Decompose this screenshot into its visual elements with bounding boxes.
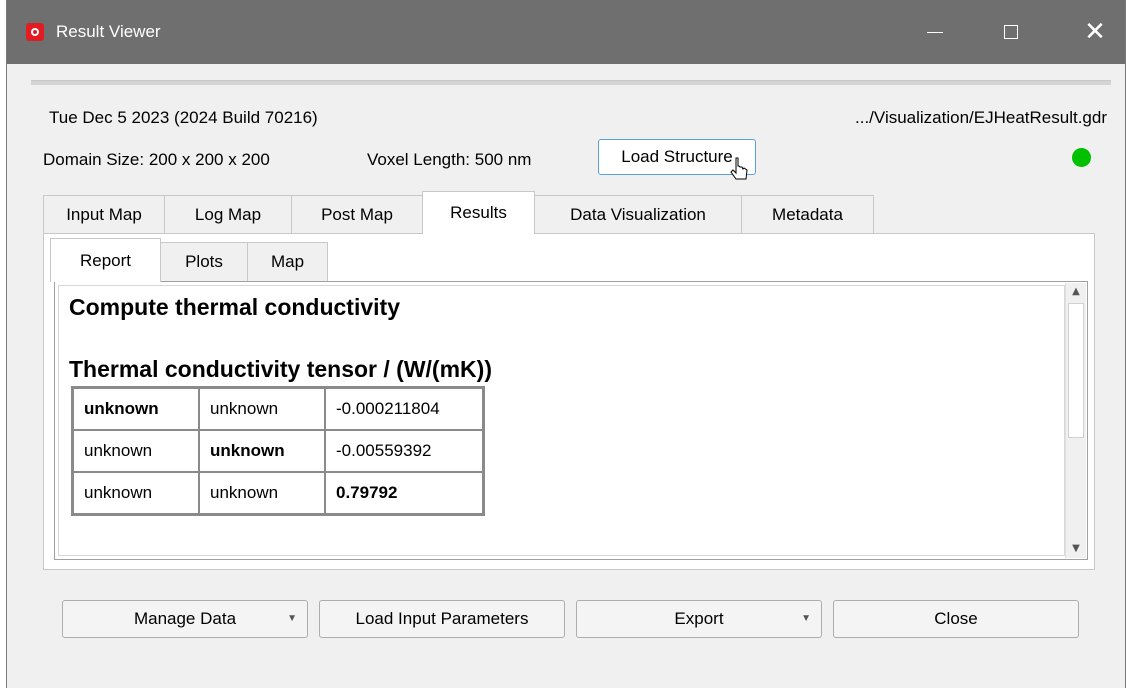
- build-date-label: Tue Dec 5 2023 (2024 Build 70216): [49, 108, 318, 127]
- mouse-cursor-icon: [730, 157, 748, 180]
- maximize-button[interactable]: [980, 0, 1042, 64]
- results-panel: Report Plots Map Compute thermal conduct…: [43, 233, 1095, 570]
- subtab-report[interactable]: Report: [50, 238, 161, 282]
- tensor-cell: unknown: [199, 388, 325, 430]
- tab-data-visualization[interactable]: Data Visualization: [534, 195, 742, 233]
- scroll-down-icon[interactable]: ▼: [1066, 540, 1086, 558]
- tab-results[interactable]: Results: [422, 191, 535, 234]
- close-window-button[interactable]: ✕: [1064, 0, 1126, 64]
- subtab-plots[interactable]: Plots: [160, 242, 248, 281]
- manage-data-label: Manage Data: [133, 609, 237, 628]
- tensor-title: Thermal conductivity tensor / (W/(mK)): [69, 356, 492, 382]
- chevron-down-icon: ▼: [287, 613, 297, 624]
- domain-size-label: Domain Size: 200 x 200 x 200: [43, 150, 270, 169]
- tensor-cell: unknown: [73, 472, 199, 514]
- minimize-button[interactable]: [904, 0, 966, 64]
- tab-input-map[interactable]: Input Map: [43, 195, 165, 233]
- window-title: Result Viewer: [56, 22, 161, 41]
- tensor-cell: unknown: [73, 430, 199, 472]
- tensor-cell: unknown: [199, 430, 325, 472]
- scroll-thumb[interactable]: [1068, 303, 1084, 438]
- result-viewer-window: Result Viewer ✕ ........ Tue Dec 5 2023 …: [6, 0, 1126, 688]
- load-input-parameters-button[interactable]: Load Input Parameters: [319, 600, 565, 638]
- table-row: unknown unknown -0.000211804: [73, 388, 483, 430]
- export-label: Export: [674, 609, 724, 628]
- tensor-cell: -0.00559392: [325, 430, 483, 472]
- minimize-icon: [927, 31, 943, 33]
- maximize-icon: [1004, 25, 1018, 39]
- report-view[interactable]: Compute thermal conductivity Thermal con…: [54, 281, 1088, 560]
- report-content: Compute thermal conductivity Thermal con…: [58, 285, 1065, 556]
- table-row: unknown unknown 0.79792: [73, 472, 483, 514]
- tab-log-map[interactable]: Log Map: [164, 195, 292, 233]
- title-bar[interactable]: Result Viewer ✕: [7, 0, 1125, 64]
- tensor-cell: unknown: [73, 388, 199, 430]
- chevron-down-icon: ▼: [801, 613, 811, 624]
- voxel-length-label: Voxel Length: 500 nm: [367, 150, 532, 169]
- table-row: unknown unknown -0.00559392: [73, 430, 483, 472]
- app-logo-icon: [26, 23, 44, 41]
- splitter-handle[interactable]: [31, 80, 1111, 85]
- scroll-up-icon[interactable]: ▲: [1066, 283, 1086, 301]
- tab-metadata[interactable]: Metadata: [741, 195, 874, 233]
- subtab-map[interactable]: Map: [247, 242, 328, 281]
- conductivity-tensor-table: unknown unknown -0.000211804 unknown unk…: [71, 386, 485, 516]
- file-path-label: .../Visualization/EJHeatResult.gdr: [855, 108, 1107, 127]
- report-scrollbar[interactable]: ▲ ▼: [1065, 283, 1086, 558]
- tensor-cell: unknown: [199, 472, 325, 514]
- tab-post-map[interactable]: Post Map: [291, 195, 423, 233]
- close-button[interactable]: Close: [833, 600, 1079, 638]
- status-indicator: [1072, 148, 1091, 167]
- tensor-cell: -0.000211804: [325, 388, 483, 430]
- report-heading: Compute thermal conductivity: [69, 294, 400, 320]
- close-icon: ✕: [1084, 17, 1106, 47]
- tensor-cell: 0.79792: [325, 472, 483, 514]
- export-button[interactable]: Export ▼: [576, 600, 822, 638]
- manage-data-button[interactable]: Manage Data ▼: [62, 600, 308, 638]
